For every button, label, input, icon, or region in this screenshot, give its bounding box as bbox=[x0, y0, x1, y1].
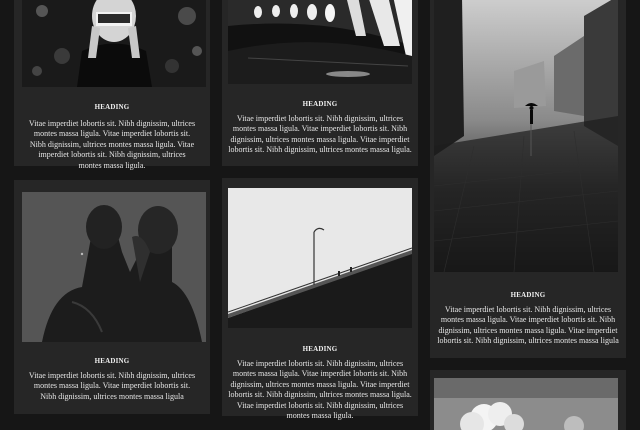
card-body-text: Vitae imperdiet lobortis sit. Nibh digni… bbox=[437, 305, 619, 346]
gallery-card[interactable]: HEADING Vitae imperdiet lobortis sit. Ni… bbox=[222, 0, 418, 166]
card-image-couple-portrait[interactable] bbox=[22, 192, 206, 342]
gallery-card[interactable]: HEADING Vitae imperdiet lobortis sit. Ni… bbox=[14, 0, 210, 170]
gallery-card[interactable]: HEADING Vitae imperdiet lobortis sit. Ni… bbox=[430, 0, 626, 358]
card-heading: HEADING bbox=[94, 103, 130, 111]
gallery-card[interactable] bbox=[430, 370, 626, 430]
card-body-text: Vitae imperdiet lobortis sit. Nibh digni… bbox=[28, 119, 196, 170]
card-image-woman-portrait[interactable] bbox=[22, 0, 206, 87]
gallery-card[interactable]: HEADING Vitae imperdiet lobortis sit. Ni… bbox=[222, 178, 418, 420]
card-image-clouds[interactable] bbox=[434, 378, 618, 430]
gallery-card[interactable]: HEADING Vitae imperdiet lobortis sit. Ni… bbox=[14, 180, 210, 414]
card-heading: HEADING bbox=[302, 100, 338, 108]
card-heading: HEADING bbox=[94, 357, 130, 365]
card-heading: HEADING bbox=[302, 345, 338, 353]
card-body-text: Vitae imperdiet lobortis sit. Nibh digni… bbox=[228, 114, 412, 155]
card-body-text: Vitae imperdiet lobortis sit. Nibh digni… bbox=[228, 359, 412, 421]
card-body-text: Vitae imperdiet lobortis sit. Nibh digni… bbox=[28, 371, 196, 401]
card-image-foggy-street[interactable] bbox=[434, 0, 618, 272]
card-image-bridge[interactable] bbox=[228, 188, 412, 328]
card-image-architecture[interactable] bbox=[228, 0, 412, 84]
card-heading: HEADING bbox=[510, 291, 546, 299]
